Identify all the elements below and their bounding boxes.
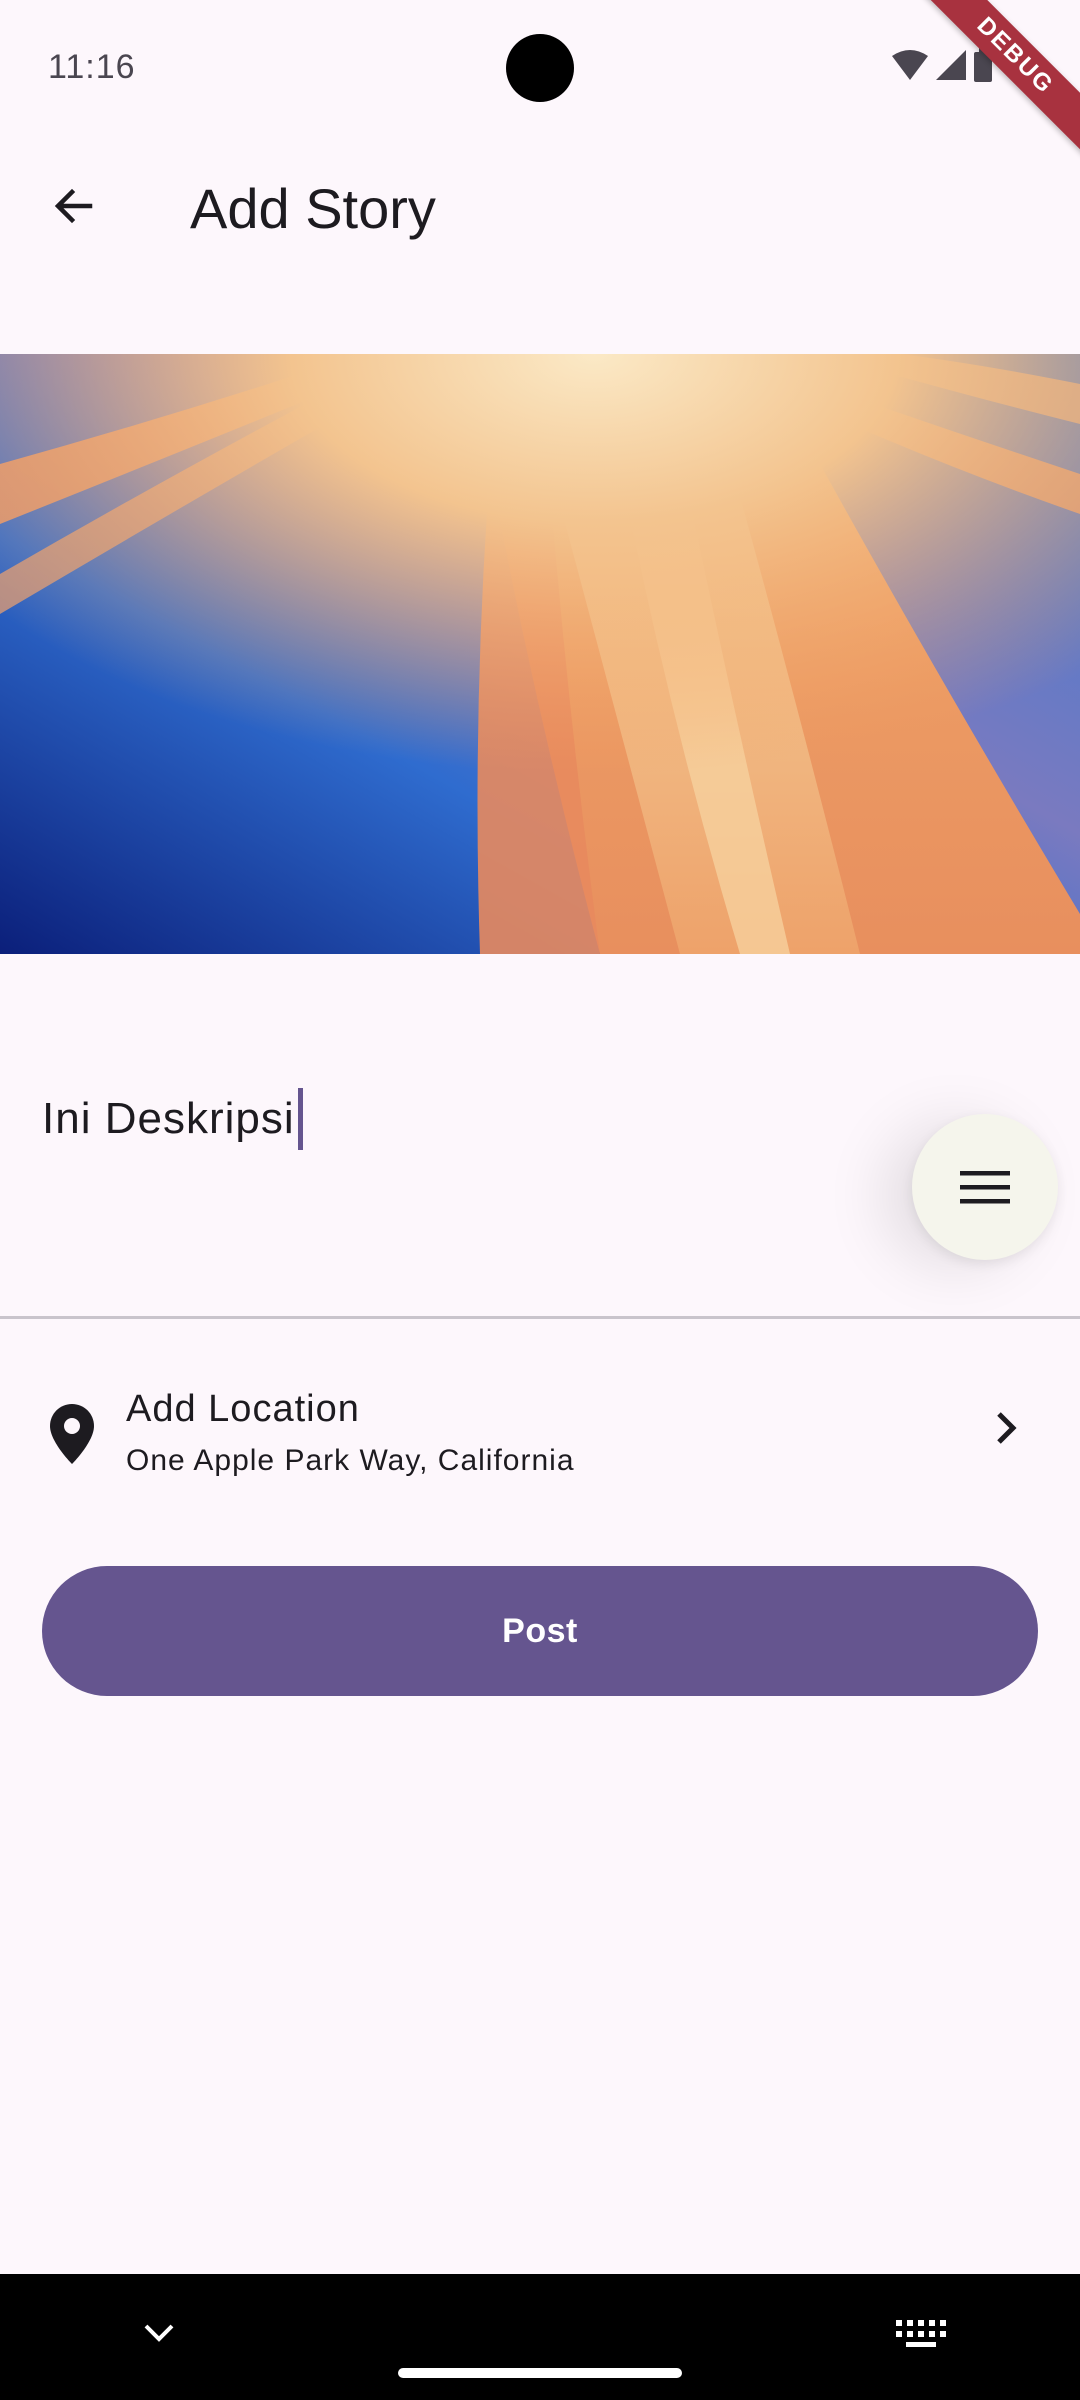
location-title: Add Location xyxy=(126,1388,360,1430)
home-indicator[interactable] xyxy=(398,2368,682,2378)
status-bar: 11:16 DEBUG xyxy=(0,0,1080,166)
location-pin-icon xyxy=(50,1404,94,1464)
chevron-right-icon xyxy=(997,1412,1017,1444)
story-image xyxy=(0,354,1080,954)
arrow-back-icon xyxy=(54,188,93,224)
keyboard-icon[interactable] xyxy=(896,2320,946,2350)
status-time: 11:16 xyxy=(48,48,136,86)
menu-fab[interactable] xyxy=(912,1114,1058,1260)
description-value: Ini Deskripsi xyxy=(42,1094,295,1143)
chevron-down-icon[interactable] xyxy=(140,2314,178,2352)
description-input[interactable]: Ini Deskripsi xyxy=(42,1088,303,1150)
page-title: Add Story xyxy=(190,177,436,240)
navigation-bar xyxy=(0,2274,1080,2400)
signal-icon xyxy=(936,50,966,80)
back-button[interactable] xyxy=(36,168,112,244)
location-subtitle: One Apple Park Way, California xyxy=(126,1444,575,1477)
add-location-row[interactable]: Add Location One Apple Park Way, Califor… xyxy=(0,1370,1080,1490)
camera-cutout xyxy=(506,34,574,102)
add-story-screen: 11:16 DEBUG Add Story Ini Deskripsi Add … xyxy=(0,0,1080,2400)
menu-icon xyxy=(960,1171,1010,1204)
wifi-icon xyxy=(892,50,928,80)
app-bar: Add Story xyxy=(0,130,1080,286)
description-underline xyxy=(0,1316,1080,1319)
text-caret xyxy=(297,1088,303,1150)
post-button[interactable]: Post xyxy=(42,1566,1038,1696)
